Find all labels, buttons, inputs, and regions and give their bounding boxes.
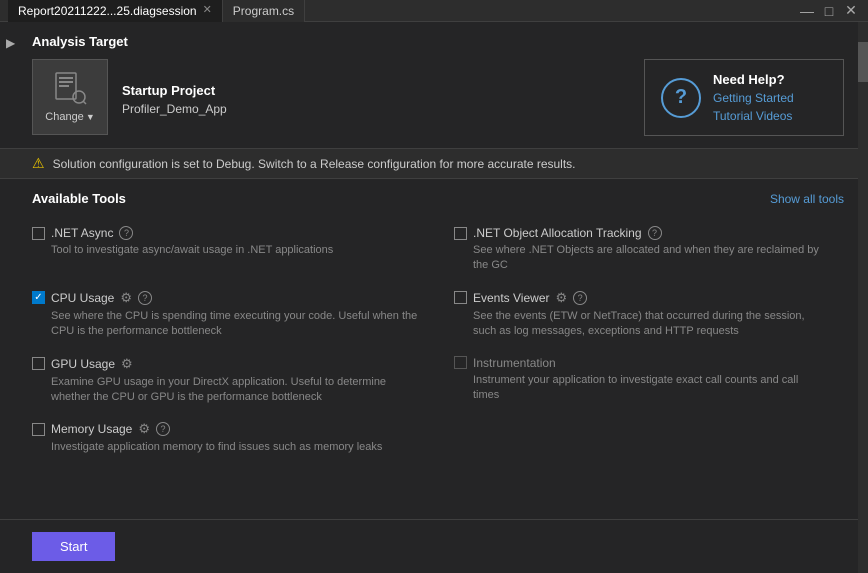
tutorial-videos-link[interactable]: Tutorial Videos	[713, 109, 794, 123]
maximize-button[interactable]: □	[820, 2, 838, 20]
tool-net-async-desc: Tool to investigate async/await usage in…	[32, 243, 418, 258]
tab-program-cs[interactable]: Program.cs	[223, 0, 305, 22]
tool-gpu-usage-checkbox[interactable]	[32, 357, 45, 370]
minimize-button[interactable]: —	[798, 2, 816, 20]
tool-instrumentation: Instrumentation Instrument your applicat…	[438, 350, 844, 416]
tool-events-viewer: Events Viewer ⚙ ? See the events (ETW or…	[438, 284, 844, 350]
tool-net-async-info-icon[interactable]: ?	[119, 226, 133, 240]
tab-diagsession[interactable]: Report20211222...25.diagsession ✕	[8, 0, 223, 22]
tool-net-object-allocation-desc: See where .NET Objects are allocated and…	[454, 243, 824, 274]
tool-memory-usage-desc: Investigate application memory to find i…	[32, 440, 418, 455]
analysis-target-header: Analysis Target	[32, 34, 844, 49]
tool-gpu-usage-gear-icon[interactable]: ⚙	[121, 356, 133, 372]
tool-cpu-usage-checkbox[interactable]	[32, 291, 45, 304]
tool-memory-usage-gear-icon[interactable]: ⚙	[138, 421, 150, 437]
tools-grid: .NET Async ? Tool to investigate async/a…	[32, 220, 844, 466]
tool-gpu-usage-desc: Examine GPU usage in your DirectX applic…	[32, 375, 418, 406]
tool-net-async-checkbox[interactable]	[32, 227, 45, 240]
tool-net-async: .NET Async ? Tool to investigate async/a…	[32, 220, 438, 284]
tool-gpu-usage-header: GPU Usage ⚙	[32, 356, 418, 372]
help-title: Need Help?	[713, 72, 794, 87]
change-target-icon	[52, 71, 88, 107]
tools-header: Available Tools	[32, 191, 126, 206]
warning-icon: ⚠	[32, 155, 45, 172]
getting-started-link[interactable]: Getting Started	[713, 91, 794, 105]
tool-gpu-usage: GPU Usage ⚙ Examine GPU usage in your Di…	[32, 350, 438, 416]
close-button[interactable]: ✕	[842, 2, 860, 20]
tool-instrumentation-desc: Instrument your application to investiga…	[454, 373, 824, 404]
scroll-arrow[interactable]: ▶	[6, 36, 15, 50]
main-content: ▶ Analysis Target Change	[0, 22, 868, 573]
tool-net-async-name: .NET Async	[51, 226, 113, 240]
scrollbar-thumb[interactable]	[858, 42, 868, 82]
tab-program-cs-label: Program.cs	[233, 4, 294, 18]
startup-project-label: Startup Project	[122, 83, 227, 98]
change-target-label: Change ▼	[45, 111, 94, 123]
help-text-col: Need Help? Getting Started Tutorial Vide…	[713, 72, 794, 123]
tool-memory-usage-name: Memory Usage	[51, 422, 132, 436]
tool-memory-usage: Memory Usage ⚙ ? Investigate application…	[32, 415, 438, 465]
analysis-target-section: Analysis Target Change	[0, 22, 868, 148]
tool-events-viewer-desc: See the events (ETW or NetTrace) that oc…	[454, 309, 824, 340]
tab-diagsession-close[interactable]: ✕	[203, 5, 212, 16]
start-button[interactable]: Start	[32, 532, 115, 561]
tools-header-row: Available Tools Show all tools	[32, 191, 844, 206]
target-row: Change ▼ Startup Project Profiler_Demo_A…	[32, 59, 844, 136]
tool-events-viewer-header: Events Viewer ⚙ ?	[454, 290, 824, 306]
tools-section: Available Tools Show all tools .NET Asyn…	[0, 179, 868, 478]
project-name: Profiler_Demo_App	[122, 102, 227, 116]
tool-events-viewer-info-icon[interactable]: ?	[573, 291, 587, 305]
help-icon: ?	[661, 78, 701, 118]
tool-events-viewer-name: Events Viewer	[473, 291, 549, 305]
tool-events-viewer-checkbox[interactable]	[454, 291, 467, 304]
target-left: Change ▼ Startup Project Profiler_Demo_A…	[32, 59, 227, 135]
tool-instrumentation-checkbox[interactable]	[454, 356, 467, 369]
tool-events-viewer-gear-icon[interactable]: ⚙	[555, 290, 567, 306]
tool-instrumentation-header: Instrumentation	[454, 356, 824, 370]
tab-bar: Report20211222...25.diagsession ✕ Progra…	[8, 0, 305, 21]
tool-net-object-allocation-info-icon[interactable]: ?	[648, 226, 662, 240]
tool-gpu-usage-name: GPU Usage	[51, 357, 115, 371]
bottom-bar: Start	[0, 519, 868, 573]
tool-net-object-allocation-name: .NET Object Allocation Tracking	[473, 226, 642, 240]
tool-cpu-usage: CPU Usage ⚙ ? See where the CPU is spend…	[32, 284, 438, 350]
change-target-button[interactable]: Change ▼	[32, 59, 108, 135]
tool-net-async-header: .NET Async ?	[32, 226, 418, 240]
tool-net-object-allocation: .NET Object Allocation Tracking ? See wh…	[438, 220, 844, 284]
show-all-tools-link[interactable]: Show all tools	[770, 192, 844, 206]
tool-cpu-usage-gear-icon[interactable]: ⚙	[120, 290, 132, 306]
tool-memory-usage-checkbox[interactable]	[32, 423, 45, 436]
warning-text: Solution configuration is set to Debug. …	[53, 157, 576, 171]
tool-net-object-allocation-checkbox[interactable]	[454, 227, 467, 240]
warning-bar: ⚠ Solution configuration is set to Debug…	[0, 148, 868, 179]
target-info: Startup Project Profiler_Demo_App	[122, 79, 227, 116]
tool-memory-usage-info-icon[interactable]: ?	[156, 422, 170, 436]
tool-instrumentation-name: Instrumentation	[473, 356, 556, 370]
tab-diagsession-label: Report20211222...25.diagsession	[18, 4, 197, 18]
window-controls: — □ ✕	[798, 2, 860, 20]
tool-memory-usage-header: Memory Usage ⚙ ?	[32, 421, 418, 437]
tool-cpu-usage-name: CPU Usage	[51, 291, 114, 305]
help-box: ? Need Help? Getting Started Tutorial Vi…	[644, 59, 844, 136]
title-bar: Report20211222...25.diagsession ✕ Progra…	[0, 0, 868, 22]
scrollbar-track[interactable]	[858, 22, 868, 573]
tool-cpu-usage-desc: See where the CPU is spending time execu…	[32, 309, 418, 340]
tool-net-object-allocation-header: .NET Object Allocation Tracking ?	[454, 226, 824, 240]
tool-cpu-usage-info-icon[interactable]: ?	[138, 291, 152, 305]
tool-cpu-usage-header: CPU Usage ⚙ ?	[32, 290, 418, 306]
change-target-dropdown-arrow: ▼	[86, 112, 95, 122]
